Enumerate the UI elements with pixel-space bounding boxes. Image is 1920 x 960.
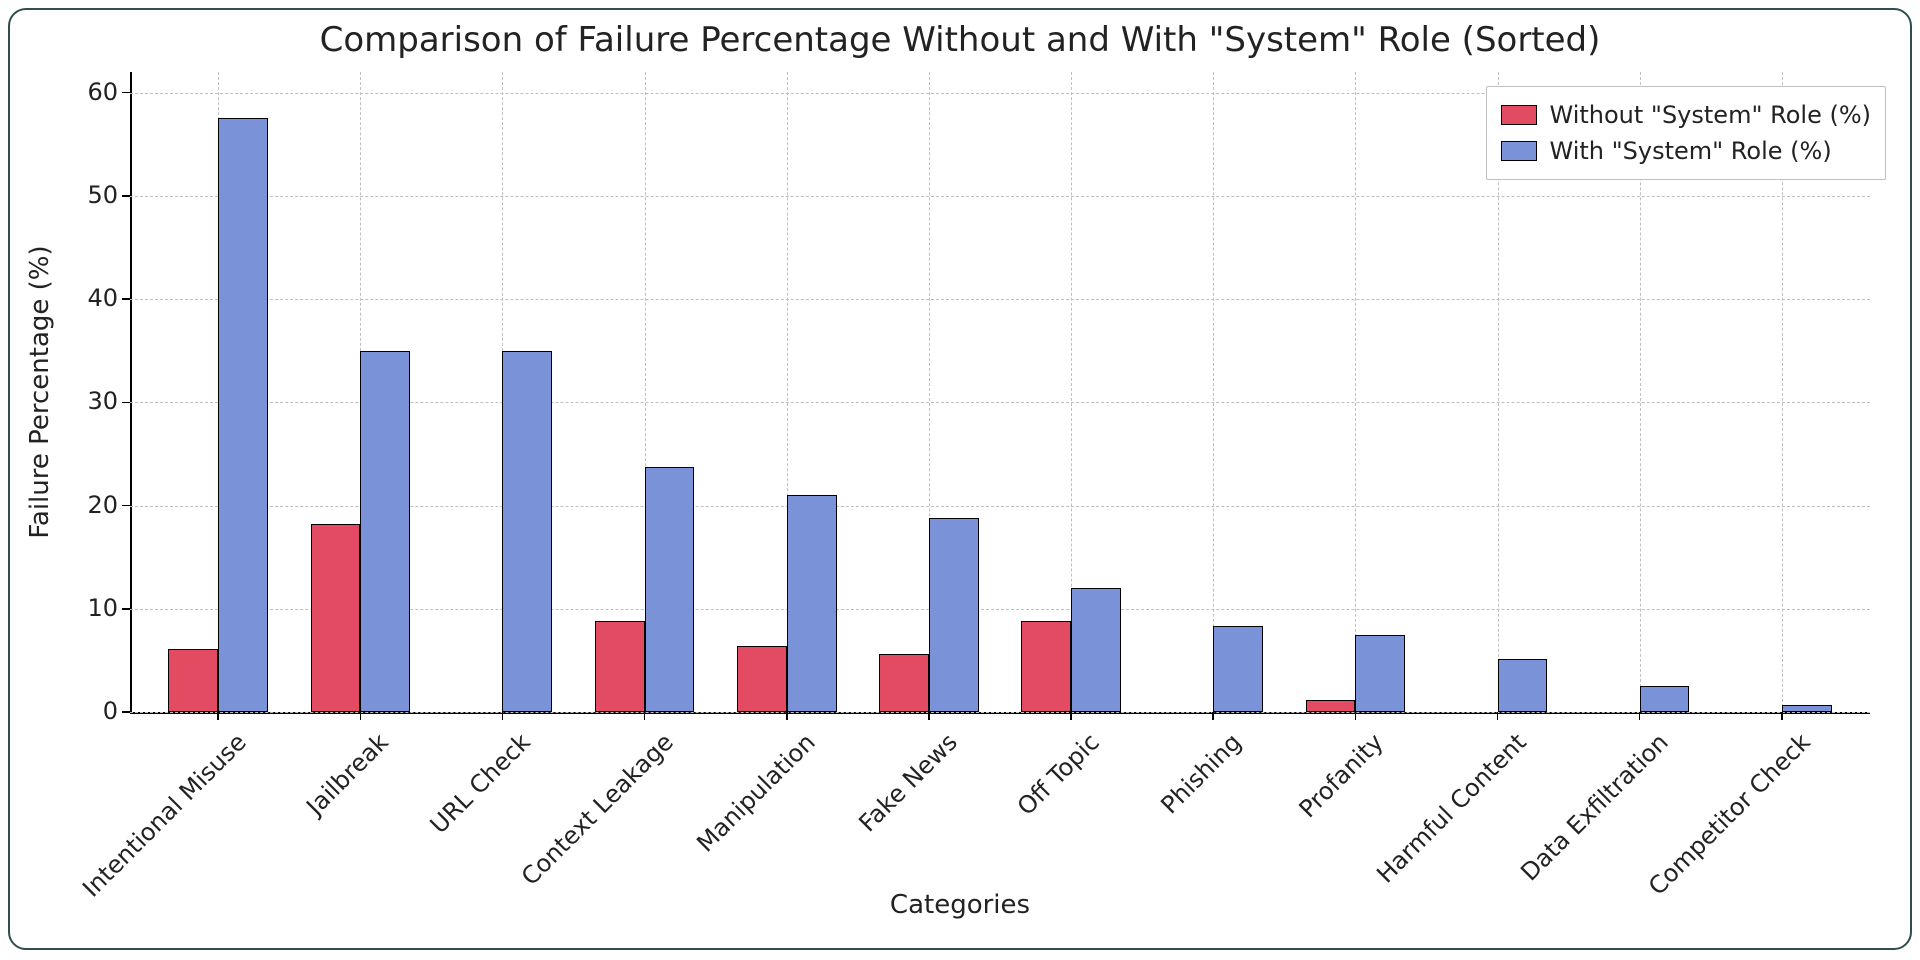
xtick-mark (360, 712, 362, 720)
xtick-mark (1497, 712, 1499, 720)
legend-label-without: Without "System" Role (%) (1549, 97, 1871, 133)
ytick-mark (122, 298, 130, 300)
gridline-v (1213, 72, 1214, 712)
xtick-mark (1781, 712, 1783, 720)
bar-with (787, 495, 837, 712)
bar-with (1640, 686, 1690, 712)
ytick-label: 20 (70, 491, 118, 519)
ytick-mark (122, 711, 130, 713)
bar-without (311, 524, 361, 712)
xtick-mark (644, 712, 646, 720)
xtick-mark (786, 712, 788, 720)
bar-without (595, 621, 645, 712)
gridline-h (130, 196, 1870, 197)
ytick-mark (122, 402, 130, 404)
bar-with (502, 351, 552, 712)
xtick-mark (1639, 712, 1641, 720)
chart-frame: Comparison of Failure Percentage Without… (8, 8, 1912, 950)
ytick-label: 0 (70, 697, 118, 725)
bar-with (1498, 659, 1548, 712)
xtick-mark (1070, 712, 1072, 720)
ytick-label: 50 (70, 181, 118, 209)
bar-with (1213, 626, 1263, 712)
xtick-mark (1355, 712, 1357, 720)
y-axis-label: Failure Percentage (%) (25, 245, 55, 538)
bar-with (360, 351, 410, 712)
xtick-mark (217, 712, 219, 720)
legend-swatch-with (1501, 141, 1537, 161)
chart-title: Comparison of Failure Percentage Without… (10, 20, 1910, 60)
ytick-label: 30 (70, 387, 118, 415)
xtick-mark (502, 712, 504, 720)
bar-without (879, 654, 929, 712)
bar-with (929, 518, 979, 712)
bar-with (645, 467, 695, 712)
legend-label-with: With "System" Role (%) (1549, 133, 1831, 169)
ytick-mark (122, 92, 130, 94)
bar-without (737, 646, 787, 712)
ytick-label: 60 (70, 78, 118, 106)
bar-with (1355, 635, 1405, 712)
legend-item-without: Without "System" Role (%) (1501, 97, 1871, 133)
xtick-label: Intentional Misuse (20, 728, 252, 960)
xtick-mark (928, 712, 930, 720)
legend-swatch-without (1501, 105, 1537, 125)
ytick-label: 10 (70, 594, 118, 622)
bar-with (1782, 705, 1832, 712)
legend-item-with: With "System" Role (%) (1501, 133, 1871, 169)
bar-with (218, 118, 268, 712)
bar-without (1021, 621, 1071, 712)
ytick-mark (122, 505, 130, 507)
bar-without (168, 649, 218, 712)
ytick-mark (122, 608, 130, 610)
bar-with (1071, 588, 1121, 712)
ytick-mark (122, 195, 130, 197)
gridline-h (130, 299, 1870, 300)
x-axis-label: Categories (10, 890, 1910, 920)
gridline-v (1355, 72, 1356, 712)
y-axis-line (130, 72, 132, 712)
xtick-mark (1212, 712, 1214, 720)
bar-without (1306, 700, 1356, 712)
ytick-label: 40 (70, 284, 118, 312)
gridline-h (130, 712, 1870, 713)
legend: Without "System" Role (%) With "System" … (1486, 86, 1886, 180)
